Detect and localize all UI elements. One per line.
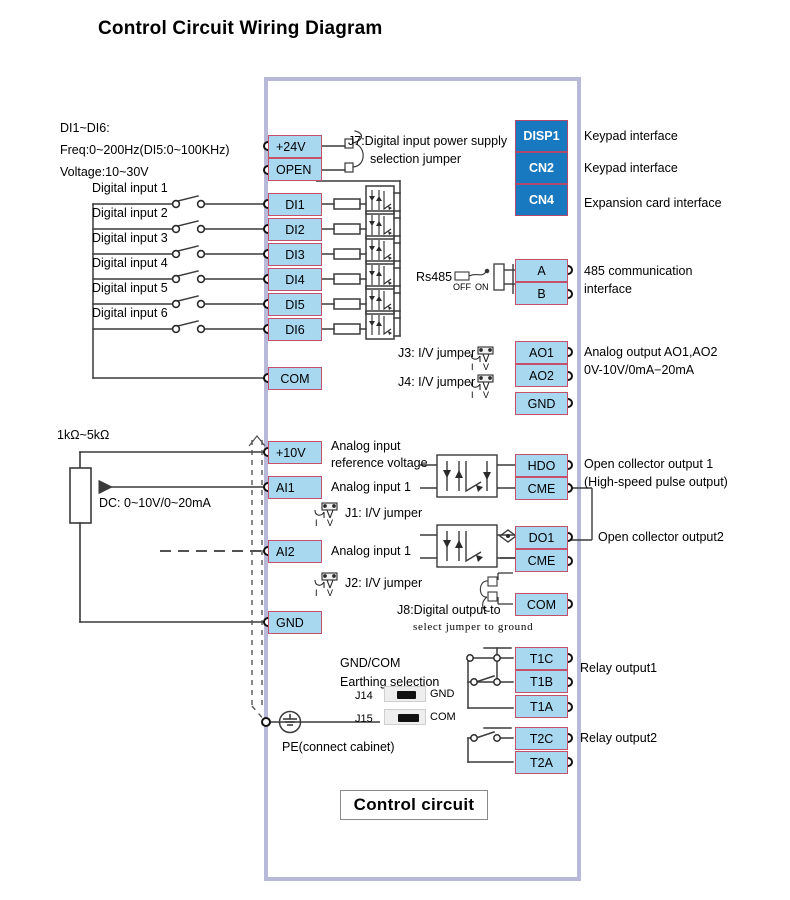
terminal-485-a[interactable]: A	[515, 259, 568, 282]
j14-label: J14	[355, 690, 373, 702]
terminal-t2a[interactable]: T2A	[515, 751, 568, 774]
j1-label: J1: I/V jumper	[345, 506, 423, 520]
j8-note-line2: select jumper to ground	[413, 621, 534, 633]
oc1-desc-line2: (High-speed pulse output)	[584, 475, 728, 489]
terminal-di4[interactable]: DI4	[268, 268, 322, 291]
j3-v-label: V	[483, 362, 490, 372]
terminal-485-b[interactable]: B	[515, 282, 568, 305]
j3-i-label: I	[471, 362, 474, 372]
terminal-com[interactable]: COM	[268, 367, 322, 390]
analog-input-ai2-desc: Analog input 1	[331, 544, 411, 558]
j1-v-label: V	[327, 518, 334, 528]
interface-desc-cn2: Keypad interface	[584, 161, 678, 175]
di-spec-line1: DI1~DI6:	[60, 121, 110, 135]
jumper-block-j14[interactable]	[384, 686, 426, 702]
relay2-desc: Relay output2	[580, 731, 658, 745]
interface-desc-cn4: Expansion card interface	[584, 196, 722, 210]
terminal-ao1[interactable]: AO1	[515, 341, 568, 364]
terminal-di1[interactable]: DI1	[268, 193, 322, 216]
rs485-label: Rs485	[416, 270, 453, 284]
j1-i-label: I	[315, 518, 318, 528]
terminal-do1[interactable]: DO1	[515, 526, 568, 549]
j4-v-label: V	[483, 390, 490, 400]
pe-label: PE(connect cabinet)	[282, 740, 395, 754]
terminal-t1c[interactable]: T1C	[515, 647, 568, 670]
terminal-di5[interactable]: DI5	[268, 293, 322, 316]
terminal-ai2[interactable]: AI2	[268, 540, 322, 563]
terminal-t1b[interactable]: T1B	[515, 670, 568, 693]
terminal-cme-2[interactable]: CME	[515, 549, 568, 572]
terminal-analog-gnd[interactable]: GND	[268, 611, 322, 634]
diagram-canvas: Control Circuit Wiring Diagram DI1~DI6: …	[0, 0, 790, 900]
j3-label: J3: I/V jumper	[398, 346, 476, 360]
digital-input-source-2: Digital input 2	[92, 206, 168, 220]
terminal-di6[interactable]: DI6	[268, 318, 322, 341]
terminal-cme-1[interactable]: CME	[515, 477, 568, 500]
j7-note-line2: selection jumper	[370, 152, 462, 166]
j7-note-line1: J7:Digital input power supply	[348, 134, 508, 148]
digital-input-source-5: Digital input 5	[92, 281, 168, 295]
terminal-ao-gnd[interactable]: GND	[515, 392, 568, 415]
analog-output-desc-line1: Analog output AO1,AO2	[584, 345, 718, 359]
analog-input-ai1-desc: Analog input 1	[331, 480, 411, 494]
analog-range-label: DC: 0~10V/0~20mA	[99, 496, 211, 510]
digital-input-source-1: Digital input 1	[92, 181, 168, 195]
j4-i-label: I	[471, 390, 474, 400]
di-spec-line2: Freq:0~200Hz(DI5:0~100KHz)	[60, 143, 230, 157]
terminal-t2c[interactable]: T2C	[515, 727, 568, 750]
terminal-ao2[interactable]: AO2	[515, 364, 568, 387]
terminal-open[interactable]: OPEN	[268, 158, 322, 181]
terminal-ai1[interactable]: AI1	[268, 476, 322, 499]
analog-input-ref-desc-line2: reference voltage	[331, 456, 428, 470]
potentiometer-spec: 1kΩ~5kΩ	[57, 428, 110, 442]
j2-label: J2: I/V jumper	[345, 576, 423, 590]
digital-input-source-3: Digital input 3	[92, 231, 168, 245]
earthing-label-line1: GND/COM	[340, 656, 401, 670]
rs485-on-label: ON	[475, 282, 489, 292]
comm-desc-line2: interface	[584, 282, 632, 296]
j15-label: J15	[355, 713, 373, 725]
digital-input-source-4: Digital input 4	[92, 256, 168, 270]
interface-cn4[interactable]: CN4	[515, 184, 568, 216]
terminal-hdo[interactable]: HDO	[515, 454, 568, 477]
interface-disp1[interactable]: DISP1	[515, 120, 568, 152]
rs485-off-label: OFF	[453, 282, 471, 292]
j8-note-line1: J8:Digital output to	[397, 603, 501, 617]
oc2-desc: Open collector output2	[598, 530, 724, 544]
relay1-desc: Relay output1	[580, 661, 658, 675]
control-circuit-box: Control circuit	[340, 790, 488, 820]
j15-position-label: COM	[430, 711, 456, 723]
comm-desc-line1: 485 communication	[584, 264, 693, 278]
analog-output-desc-line2: 0V-10V/0mA−20mA	[584, 363, 695, 377]
terminal-10v[interactable]: +10V	[268, 441, 322, 464]
interface-cn2[interactable]: CN2	[515, 152, 568, 184]
terminal-di3[interactable]: DI3	[268, 243, 322, 266]
interface-desc-disp1: Keypad interface	[584, 129, 678, 143]
j4-label: J4: I/V jumper	[398, 375, 476, 389]
terminal-t1a[interactable]: T1A	[515, 695, 568, 718]
terminal-24v[interactable]: +24V	[268, 135, 322, 158]
di-spec-line3: Voltage:10~30V	[60, 165, 149, 179]
terminal-di2[interactable]: DI2	[268, 218, 322, 241]
oc1-desc-line1: Open collector output 1	[584, 457, 714, 471]
j2-v-label: V	[327, 588, 334, 598]
j14-position-label: GND	[430, 688, 455, 700]
j2-i-label: I	[315, 588, 318, 598]
terminal-do-com[interactable]: COM	[515, 593, 568, 616]
analog-input-ref-desc-line1: Analog input	[331, 439, 401, 453]
jumper-block-j15[interactable]	[384, 709, 426, 725]
digital-input-source-6: Digital input 6	[92, 306, 168, 320]
